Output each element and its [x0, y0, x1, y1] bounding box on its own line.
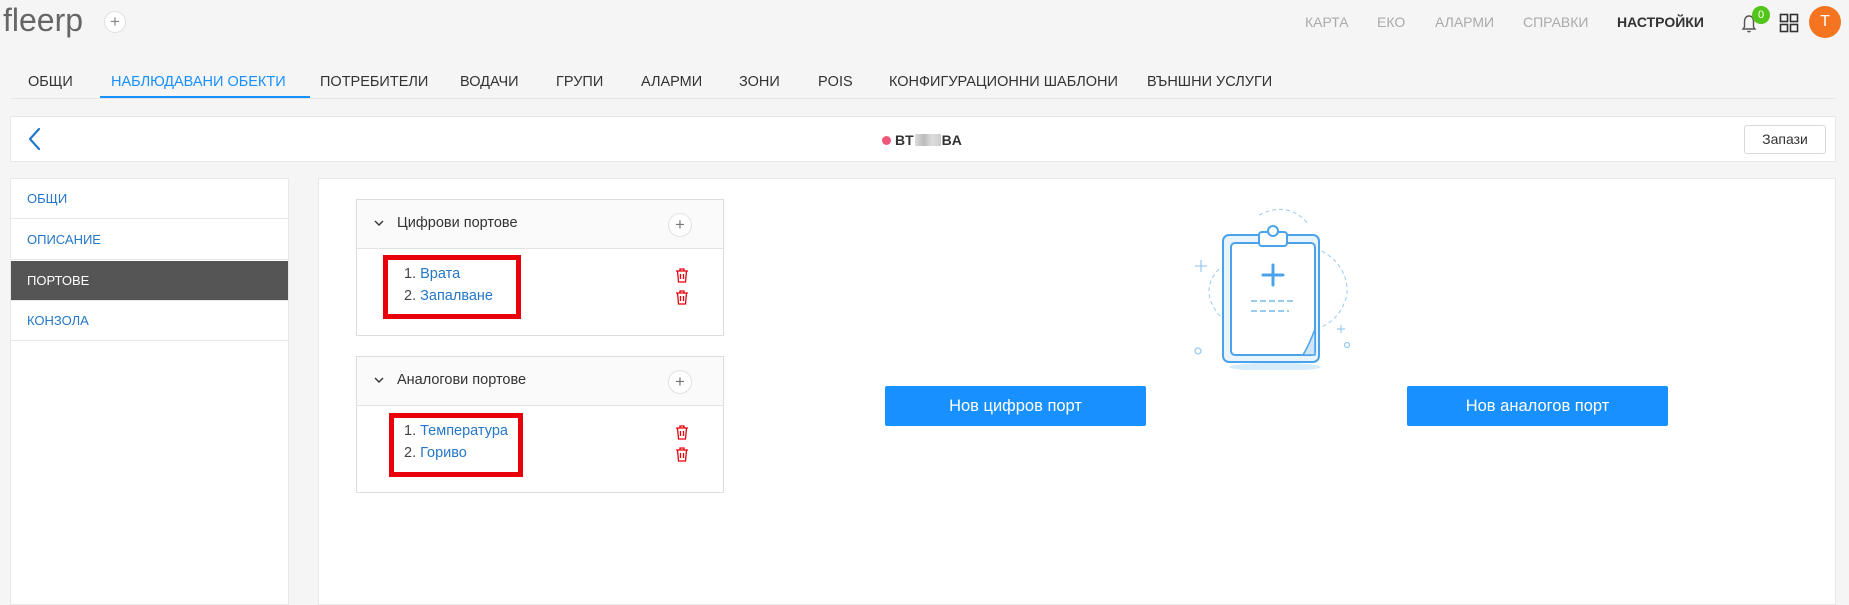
object-title-suffix: BA: [941, 132, 962, 148]
add-analog-port-icon[interactable]: +: [668, 370, 692, 394]
object-title: BT BA: [882, 132, 962, 148]
tab-zones[interactable]: ЗОНИ: [739, 74, 780, 90]
object-title-prefix: BT: [895, 132, 914, 148]
tab-external-services[interactable]: ВЪНШНИ УСЛУГИ: [1147, 74, 1272, 90]
trash-icon[interactable]: [675, 425, 689, 440]
topnav-alarms[interactable]: АЛАРМИ: [1435, 14, 1494, 30]
notification-badge: 0: [1752, 6, 1770, 24]
top-bar: fleerp + КАРТА ЕКО АЛАРМИ СПРАВКИ НАСТРО…: [0, 0, 1849, 44]
tab-alarms[interactable]: АЛАРМИ: [641, 74, 702, 90]
redacted-text: [914, 134, 941, 146]
digital-ports-title: Цифрови портове: [397, 215, 518, 231]
apps-grid-icon[interactable]: [1779, 13, 1799, 33]
topnav-reports[interactable]: СПРАВКИ: [1523, 14, 1588, 30]
tab-drivers[interactable]: ВОДАЧИ: [460, 74, 519, 90]
highlight-box: [389, 413, 523, 477]
side-item-description[interactable]: ОПИСАНИЕ: [11, 220, 288, 260]
add-icon[interactable]: +: [104, 11, 126, 33]
new-analog-port-button[interactable]: Нов аналогов порт: [1407, 386, 1668, 426]
tab-monitored-objects[interactable]: НАБЛЮДАВАНИ ОБЕКТИ: [111, 74, 286, 90]
side-item-general[interactable]: ОБЩИ: [11, 179, 288, 219]
analog-ports-header[interactable]: Аналогови портове +: [357, 357, 723, 406]
settings-tab-bar: ОБЩИ НАБЛЮДАВАНИ ОБЕКТИ ПОТРЕБИТЕЛИ ВОДА…: [10, 60, 1836, 99]
topnav-map[interactable]: КАРТА: [1305, 14, 1349, 30]
active-tab-indicator: [100, 96, 310, 98]
chevron-down-icon[interactable]: [373, 217, 385, 229]
analog-ports-title: Аналогови портове: [397, 372, 527, 388]
topnav-eco[interactable]: ЕКО: [1377, 14, 1405, 30]
trash-icon[interactable]: [675, 447, 689, 462]
tab-config-templates[interactable]: КОНФИГУРАЦИОННИ ШАБЛОНИ: [889, 74, 1118, 90]
trash-icon[interactable]: [675, 268, 689, 283]
tab-groups[interactable]: ГРУПИ: [556, 74, 603, 90]
tab-pois[interactable]: POIS: [818, 74, 853, 90]
app-logo[interactable]: fleerp: [3, 2, 83, 39]
tab-users[interactable]: ПОТРЕБИТЕЛИ: [320, 74, 428, 90]
object-side-menu: ОБЩИ ОПИСАНИЕ ПОРТОВЕ КОНЗОЛА: [10, 178, 289, 605]
status-dot: [882, 135, 891, 145]
user-avatar[interactable]: T: [1809, 6, 1841, 38]
save-button[interactable]: Запази: [1744, 125, 1826, 154]
back-arrow-icon[interactable]: [25, 126, 45, 152]
new-digital-port-button[interactable]: Нов цифров порт: [885, 386, 1146, 426]
topnav-settings[interactable]: НАСТРОЙКИ: [1617, 14, 1704, 30]
chevron-down-icon[interactable]: [373, 374, 385, 386]
clipboard-illustration: [1194, 208, 1351, 370]
side-item-console[interactable]: КОНЗОЛА: [11, 301, 288, 341]
trash-icon[interactable]: [675, 290, 689, 305]
digital-ports-header[interactable]: Цифрови портове +: [357, 200, 723, 249]
tab-general[interactable]: ОБЩИ: [28, 74, 73, 90]
add-digital-port-icon[interactable]: +: [668, 213, 692, 237]
object-header: BT BA Запази: [10, 116, 1836, 162]
side-item-ports[interactable]: ПОРТОВЕ: [11, 261, 288, 301]
highlight-box: [383, 255, 521, 319]
